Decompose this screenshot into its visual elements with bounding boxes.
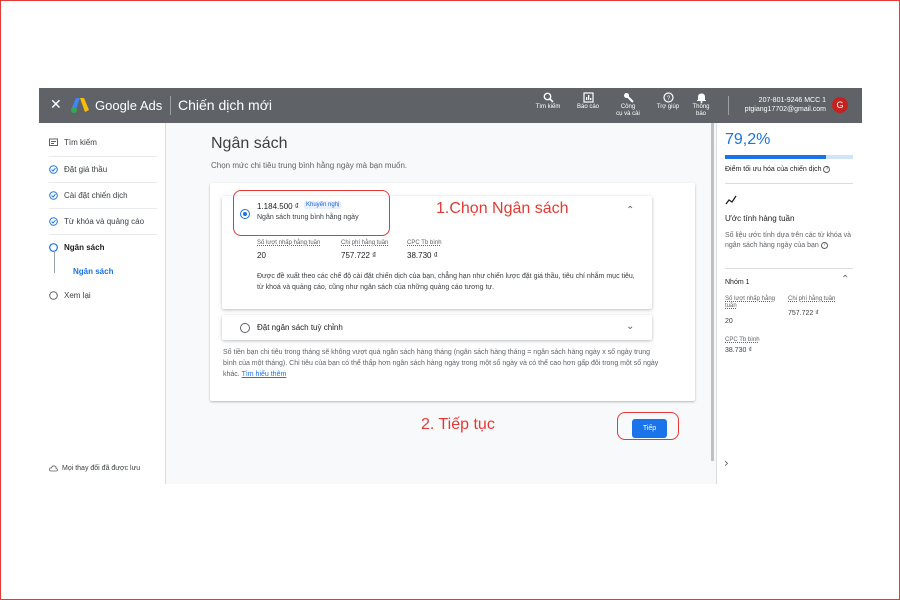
annotation-box-next [617,412,679,440]
help-icon[interactable]: ? [820,242,828,249]
recommendation-explanation: Được đề xuất theo các chế độ cài đặt chi… [257,273,635,291]
trending-icon [725,195,737,205]
toolbar-tools-button[interactable]: Công cụ và cài [613,92,643,118]
toolbar-reports-button[interactable]: Báo cáo [573,92,603,111]
toolbar-search-button[interactable]: Tìm kiếm [533,92,563,111]
divider [725,268,853,269]
metric-label: CPC Tb bình [725,337,760,343]
check-circle-icon [49,191,58,200]
custom-budget-option[interactable]: Đặt ngân sách tuỳ chỉnh ⌄ [222,315,652,340]
sub-step-line [54,251,55,273]
metric-value: 757.722 ₫ [341,251,377,260]
metric-label: Số lượt nhấp hằng tuần [257,240,321,246]
nav-item-campaign-settings[interactable]: Cài đặt chiến dịch [49,191,128,200]
divider [728,96,729,115]
account-id: 207-801-9246 MCC 1 [758,97,826,104]
close-icon[interactable]: ✕ [50,97,62,113]
page-subtitle: Chọn mức chi tiêu trung bình hằng ngày m… [211,161,408,170]
nav-item-search[interactable]: Tìm kiếm [49,138,97,147]
nav-item-bidding[interactable]: Đặt giá thầu [49,165,107,174]
optimization-score: 79,2% [725,131,771,148]
nav-item-budget[interactable]: Ngân sách [49,243,104,252]
wrench-icon [623,93,634,103]
chevron-down-icon[interactable]: ⌄ [626,321,634,332]
left-nav: Tìm kiếm Đặt giá thầu Cài đặt chiến dịch… [39,123,166,484]
top-bar: ✕ Google Ads Chiến dịch mới Tìm kiếm Báo… [39,88,862,123]
metric-label: Số lượt nhấp hằng tuần [725,296,775,309]
divider [170,96,171,115]
divider [49,234,157,235]
annotation-step2: 2. Tiếp tục [421,416,495,433]
metric-value: 38.730 ₫ [407,251,438,260]
divider [725,183,853,184]
divider [49,208,157,209]
check-circle-icon [49,165,58,174]
nav-item-keywords-ads[interactable]: Từ khóa và quảng cáo [49,217,144,226]
optimization-score-fill [725,155,827,159]
annotation-step1: 1.Chọn Ngân sách [436,200,569,217]
google-ads-logo-icon [71,98,89,113]
account-email: ptgiang17702@gmail.com [744,106,826,113]
campaign-type-icon [49,138,58,146]
custom-radio[interactable] [240,323,250,333]
help-icon: ? [662,92,674,103]
divider [49,182,157,183]
cloud-icon [49,465,58,472]
page-title: Ngân sách [211,135,288,152]
avatar[interactable]: G [832,97,848,113]
metric-label: CPC Tb bình [407,240,442,246]
metric-value: 20 [257,251,266,260]
scrollbar[interactable] [711,123,714,461]
nav-item-review[interactable]: Xem lại [49,291,91,300]
autosave-status: Mọi thay đổi đã được lưu [49,465,140,472]
optimization-score-label: Điểm tối ưu hóa của chiến dịch ? [725,165,855,175]
annotation-box-budget [233,190,390,236]
chevron-up-icon[interactable]: ⌃ [626,205,634,216]
reports-icon [582,92,594,103]
metric-label: Chi phí hằng tuần [341,240,389,246]
window-title: Chiến dịch mới [178,97,272,113]
chevron-up-icon[interactable]: ⌃ [841,274,849,285]
optimization-score-bar [725,155,853,159]
metric-value: 757.722 ₫ [788,310,819,317]
toolbar-notifications-button[interactable]: Thông báo [687,92,715,118]
account-info[interactable]: 207-801-9246 MCC 1 ptgiang17702@gmail.co… [736,96,826,114]
custom-budget-label: Đặt ngân sách tuỳ chỉnh [257,323,343,332]
divider [49,156,157,157]
weekly-estimate-title: Ước tính hàng tuần [725,214,795,223]
budget-footnote: Số tiền bạn chi tiêu trong tháng sẽ khôn… [223,349,659,378]
metric-value: 20 [725,318,733,325]
help-icon[interactable]: ? [823,166,831,173]
nav-subitem-budget[interactable]: Ngân sách [73,267,113,276]
metric-value: 38.730 ₫ [725,347,752,354]
metric-label: Chi phí hằng tuần [788,296,836,302]
right-panel: 79,2% Điểm tối ưu hóa của chiến dịch ? Ư… [716,123,862,484]
search-icon [543,92,554,103]
bell-icon [696,93,706,103]
learn-more-link[interactable]: Tìm hiểu thêm [242,371,287,378]
chevron-right-icon[interactable]: › [724,456,729,470]
check-circle-icon [49,217,58,226]
toolbar-help-button[interactable]: ? Trợ giúp [652,92,684,111]
group-name: Nhóm 1 [725,279,750,286]
weekly-estimate-desc: Số liệu ước tính dựa trên các từ khóa và… [725,232,852,249]
empty-circle-icon [49,291,58,300]
brand-name: Google Ads [95,98,163,113]
